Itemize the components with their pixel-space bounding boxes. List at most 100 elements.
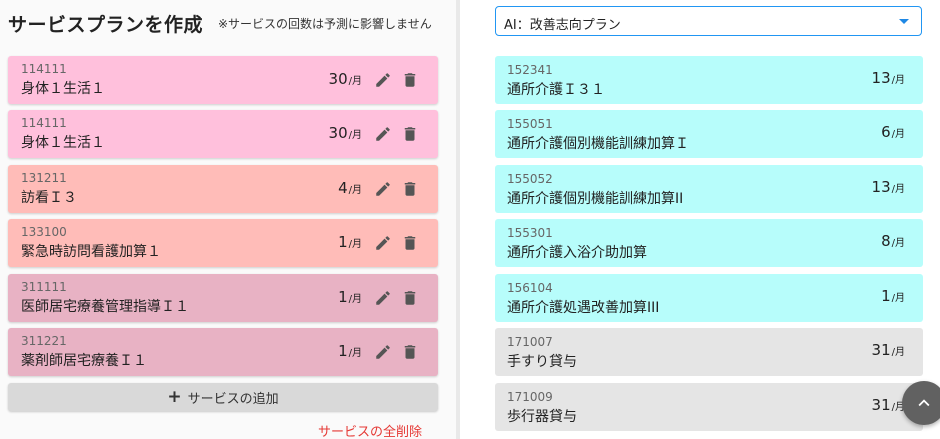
count-unit: /月	[891, 75, 905, 86]
service-code: 152341	[507, 63, 553, 77]
plan-card[interactable]: 114111 身体１生活１ 30/月	[8, 56, 438, 104]
ai-plan-card: 155052 通所介護個別機能訓練加算II 13/月	[495, 165, 923, 213]
count-value: 6	[881, 123, 891, 141]
service-count: 4/月	[338, 179, 362, 197]
service-count: 31/月	[872, 396, 905, 414]
service-count: 13/月	[872, 69, 905, 87]
service-count: 1/月	[338, 342, 362, 360]
count-value: 31	[871, 341, 891, 359]
service-name: 医師居宅療養管理指導Ｉ１	[21, 299, 189, 315]
ai-plan-card: 171009 歩行器貸与 31/月	[495, 383, 923, 431]
trash-icon[interactable]	[401, 343, 419, 361]
service-count: 31/月	[872, 341, 905, 359]
count-unit: /月	[348, 348, 362, 359]
count-value: 8	[881, 232, 891, 250]
service-code: 114111	[21, 62, 67, 76]
pencil-icon[interactable]	[374, 234, 392, 252]
count-unit: /月	[348, 130, 362, 141]
count-unit: /月	[891, 347, 905, 358]
count-unit: /月	[891, 184, 905, 195]
service-code: 114111	[21, 116, 67, 130]
service-count: 30/月	[329, 124, 362, 142]
service-count: 6/月	[881, 123, 905, 141]
count-value: 1	[338, 233, 348, 251]
delete-all-services-link[interactable]: サービスの全削除	[318, 421, 422, 439]
service-count: 30/月	[329, 70, 362, 88]
panel-divider	[456, 0, 460, 439]
count-unit: /月	[348, 239, 362, 250]
count-value: 4	[338, 179, 348, 197]
ai-plan-card: 155301 通所介護入浴介助加算 8/月	[495, 219, 923, 267]
service-name: 訪看Ｉ３	[21, 190, 77, 206]
plan-card[interactable]: 311111 医師居宅療養管理指導Ｉ１ 1/月	[8, 274, 438, 322]
pencil-icon[interactable]	[374, 71, 392, 89]
service-name: 通所介護個別機能訓練加算II	[507, 191, 684, 207]
count-value: 13	[871, 178, 891, 196]
page-title: サービスプランを作成	[8, 14, 204, 36]
count-value: 30	[328, 124, 348, 142]
dropdown-arrow-icon	[899, 19, 909, 24]
service-code: 171007	[507, 335, 553, 349]
service-code: 133100	[21, 225, 67, 239]
service-name: 歩行器貸与	[507, 409, 577, 425]
service-count: 1/月	[881, 287, 905, 305]
service-name: 通所介護入浴介助加算	[507, 245, 647, 261]
service-count: 1/月	[338, 288, 362, 306]
service-name: 通所介護Ｉ３１	[507, 82, 605, 98]
ai-plan-select-value: AI：改善志向プラン	[504, 18, 621, 33]
service-name: 通所介護個別機能訓練加算Ｉ	[507, 136, 689, 152]
plan-card[interactable]: 133100 緊急時訪問看護加算１ 1/月	[8, 219, 438, 267]
service-code: 155052	[507, 172, 553, 186]
service-code: 311111	[21, 280, 67, 294]
service-count: 1/月	[338, 233, 362, 251]
service-name: 緊急時訪問看護加算１	[21, 244, 161, 260]
service-name: 通所介護処遇改善加算III	[507, 300, 660, 316]
service-code: 155301	[507, 226, 553, 240]
plan-card[interactable]: 131211 訪看Ｉ３ 4/月	[8, 165, 438, 213]
scroll-to-top-button[interactable]	[902, 381, 940, 425]
pencil-icon[interactable]	[374, 343, 392, 361]
ai-plan-card: 156104 通所介護処遇改善加算III 1/月	[495, 274, 923, 322]
service-code: 171009	[507, 390, 553, 404]
plus-icon: +	[167, 386, 182, 407]
pencil-icon[interactable]	[374, 180, 392, 198]
count-unit: /月	[891, 238, 905, 249]
service-count: 13/月	[872, 178, 905, 196]
chevron-up-icon	[918, 399, 930, 407]
ai-plan-select[interactable]: AI：改善志向プラン	[495, 6, 922, 36]
service-count: 8/月	[881, 232, 905, 250]
count-value: 30	[328, 70, 348, 88]
plan-card[interactable]: 311221 薬剤師居宅療養Ｉ１ 1/月	[8, 328, 438, 376]
count-value: 1	[338, 288, 348, 306]
plan-card[interactable]: 114111 身体１生活１ 30/月	[8, 110, 438, 158]
count-unit: /月	[348, 294, 362, 305]
ai-plan-card: 155051 通所介護個別機能訓練加算Ｉ 6/月	[495, 110, 923, 158]
count-unit: /月	[348, 185, 362, 196]
add-service-button[interactable]: + サービスの追加	[8, 383, 438, 411]
trash-icon[interactable]	[401, 289, 419, 307]
add-service-label: サービスの追加	[187, 391, 279, 407]
trash-icon[interactable]	[401, 180, 419, 198]
count-value: 13	[871, 69, 891, 87]
count-value: 1	[338, 342, 348, 360]
count-unit: /月	[891, 129, 905, 140]
pencil-icon[interactable]	[374, 289, 392, 307]
trash-icon[interactable]	[401, 71, 419, 89]
pencil-icon[interactable]	[374, 125, 392, 143]
count-unit: /月	[348, 76, 362, 87]
service-name: 身体１生活１	[21, 135, 105, 151]
service-code: 311221	[21, 334, 67, 348]
count-value: 1	[881, 287, 891, 305]
service-code: 155051	[507, 117, 553, 131]
count-unit: /月	[891, 293, 905, 304]
ai-plan-card: 152341 通所介護Ｉ３１ 13/月	[495, 56, 923, 104]
count-value: 31	[871, 396, 891, 414]
trash-icon[interactable]	[401, 234, 419, 252]
service-name: 薬剤師居宅療養Ｉ１	[21, 353, 147, 369]
service-name: 身体１生活１	[21, 81, 105, 97]
service-code: 156104	[507, 281, 553, 295]
trash-icon[interactable]	[401, 125, 419, 143]
notice-text: ※サービスの回数は予測に影響しません	[218, 17, 432, 31]
plan-panel: サービスプランを作成 ※サービスの回数は予測に影響しません 114111 身体１…	[0, 0, 456, 439]
service-name: 手すり貸与	[507, 354, 577, 370]
